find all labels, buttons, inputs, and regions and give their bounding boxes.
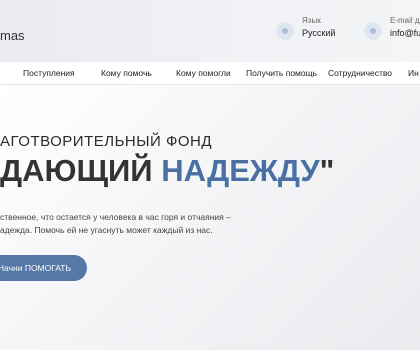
hero-desc-line2: адежда. Помочь ей не угаснуть может кажд… — [0, 225, 213, 235]
email-value[interactable]: info@fun — [390, 28, 420, 38]
hero-title-end: " — [319, 153, 335, 188]
email-label: E-mail для — [390, 16, 420, 25]
nav-item-info[interactable]: Ин — [408, 68, 419, 78]
hero-desc-line1: ственное, что остается у человека в час … — [0, 212, 231, 222]
nav-item-get-help[interactable]: Получить помощь — [246, 68, 317, 78]
logo-text[interactable]: mas — [0, 28, 25, 43]
globe-icon — [276, 22, 294, 40]
nav-item-helped[interactable]: Кому помогли — [176, 68, 231, 78]
hero-title: ДАЮЩИЙ НАДЕЖДУ" — [0, 153, 334, 189]
nav-item-donations[interactable]: Поступления — [23, 68, 75, 78]
nav-item-who-to-help[interactable]: Кому помочь — [101, 68, 152, 78]
hero-title-accent: НАДЕЖДУ — [161, 153, 320, 188]
hero-subtitle: АГОТВОРИТЕЛЬНЫЙ ФОНД — [0, 133, 213, 150]
language-label: Язык — [302, 16, 321, 25]
email-icon — [364, 22, 382, 40]
top-header: mas Язык Русский E-mail для info@fun — [0, 0, 420, 62]
language-value[interactable]: Русский — [302, 28, 335, 38]
nav-item-cooperation[interactable]: Сотрудничество — [328, 68, 392, 78]
main-nav: Поступления Кому помочь Кому помогли Пол… — [0, 62, 420, 85]
hero-title-part1: ДАЮЩИЙ — [0, 153, 162, 188]
hero-description: ственное, что остается у человека в час … — [0, 211, 240, 237]
start-helping-button[interactable]: Начни ПОМОГАТЬ — [0, 255, 87, 281]
